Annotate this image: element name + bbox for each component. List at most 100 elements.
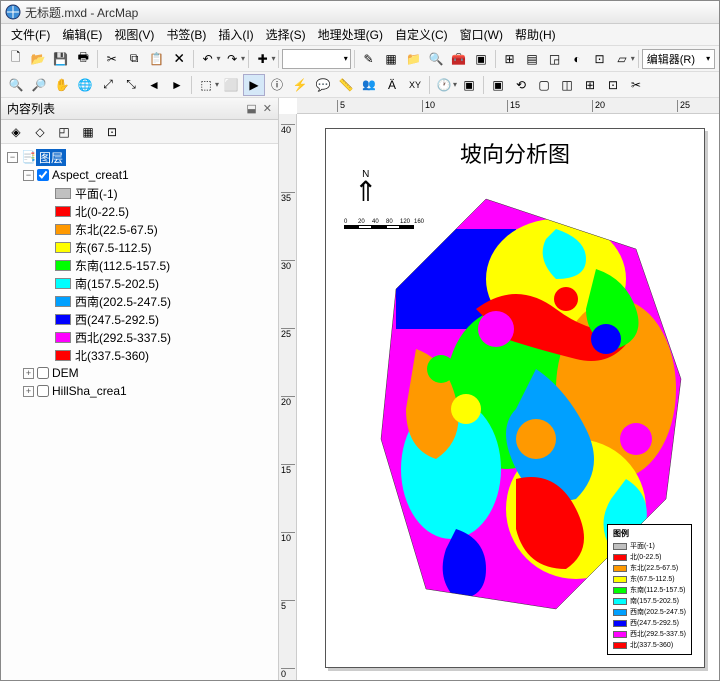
layers-root[interactable]: 图层 xyxy=(36,149,66,166)
expand-icon[interactable]: + xyxy=(23,386,34,397)
scale-combo[interactable]: ▾ xyxy=(282,49,350,69)
search-button[interactable]: 🔍 xyxy=(425,48,447,70)
python-button[interactable]: ▣ xyxy=(470,48,492,70)
legend-label: 东北(22.5-67.5) xyxy=(75,221,158,238)
save-button[interactable]: 💾 xyxy=(50,48,72,70)
redo-button[interactable]: ↷ xyxy=(221,48,243,70)
menu-item[interactable]: 插入(I) xyxy=(212,24,259,45)
legend-swatch xyxy=(55,242,71,253)
zoom-out-button[interactable]: 🔎 xyxy=(28,74,50,96)
reshape-button[interactable]: ▢ xyxy=(533,74,555,96)
legend-swatch xyxy=(55,188,71,199)
find-route-button[interactable]: Ä xyxy=(381,74,403,96)
print-button[interactable]: 🖶 xyxy=(73,48,95,70)
find-button[interactable]: 👥 xyxy=(358,74,380,96)
map-legend[interactable]: 图例平面(-1)北(0-22.5)东北(22.5-67.5)东(67.5-112… xyxy=(607,524,692,655)
copy-button[interactable]: ⧉ xyxy=(123,48,145,70)
time-slider-button[interactable]: ◲ xyxy=(544,48,566,70)
select-features-button[interactable]: ⬚ xyxy=(195,74,217,96)
fixed-zoom-out-button[interactable]: ⤡ xyxy=(120,74,142,96)
select-elements-button[interactable]: ▶ xyxy=(243,74,265,96)
paste-button[interactable]: 📋 xyxy=(146,48,168,70)
layer-aspect[interactable]: Aspect_creat1 xyxy=(52,168,129,182)
map-layout-view[interactable]: 510152025 4035302520151050 坡向分析图 N ⇑ 020… xyxy=(279,98,719,680)
merge-button[interactable]: ⊞ xyxy=(579,74,601,96)
legend-label: 平面(-1) xyxy=(75,185,118,202)
symbol-button[interactable]: ◐ xyxy=(566,48,588,70)
layer-checkbox[interactable] xyxy=(37,385,49,397)
menu-item[interactable]: 地理处理(G) xyxy=(312,24,389,45)
layer-dem[interactable]: DEM xyxy=(52,366,79,380)
toc-header: 内容列表 ⬓ ✕ xyxy=(1,98,278,120)
cut-button[interactable]: ✂ xyxy=(101,48,123,70)
zoom-in-button[interactable]: 🔍 xyxy=(5,74,27,96)
goto-xy-button[interactable]: XY xyxy=(404,74,426,96)
layout-button[interactable]: ▱ xyxy=(611,48,633,70)
legend-label: 北(337.5-360) xyxy=(75,347,149,364)
menu-item[interactable]: 视图(V) xyxy=(108,24,160,45)
options-button[interactable]: ⊡ xyxy=(101,121,123,143)
layer-hillshade[interactable]: HillSha_crea1 xyxy=(52,384,127,398)
app-icon xyxy=(5,4,21,20)
list-by-source-button[interactable]: ◇ xyxy=(29,121,51,143)
list-by-drawing-button[interactable]: ◈ xyxy=(5,121,27,143)
edit-tool-button[interactable]: ▣ xyxy=(487,74,509,96)
viewer-button[interactable]: ▣ xyxy=(458,74,480,96)
catalog-button[interactable]: 📁 xyxy=(403,48,425,70)
menu-item[interactable]: 书签(B) xyxy=(160,24,212,45)
menu-item[interactable]: 选择(S) xyxy=(260,24,312,45)
collapse-icon[interactable]: − xyxy=(23,170,34,181)
identify-button[interactable]: ⓘ xyxy=(266,74,288,96)
open-button[interactable]: 📂 xyxy=(28,48,50,70)
editor-toolbar-button[interactable]: ✎ xyxy=(358,48,380,70)
model-builder-button[interactable]: ⊞ xyxy=(499,48,521,70)
layer-checkbox[interactable] xyxy=(37,367,49,379)
table-button[interactable]: ▦ xyxy=(380,48,402,70)
undo-button[interactable]: ↶ xyxy=(197,48,219,70)
forward-button[interactable]: ► xyxy=(166,74,188,96)
expand-icon[interactable]: + xyxy=(23,368,34,379)
window-title: 无标题.mxd - ArcMap xyxy=(25,4,138,21)
list-by-visibility-button[interactable]: ◰ xyxy=(53,121,75,143)
legend-label: 东南(112.5-157.5) xyxy=(75,257,170,274)
time-button[interactable]: 🕐 xyxy=(433,74,455,96)
collapse-icon[interactable]: − xyxy=(7,152,18,163)
tools-toolbar: 🔍 🔎 ✋ 🌐 ⤢ ⤡ ◄ ► ⬚▾ ⬜ ▶ ⓘ ⚡ 💬 📏 👥 Ä XY 🕐▾… xyxy=(1,72,719,98)
back-button[interactable]: ◄ xyxy=(143,74,165,96)
full-extent-button[interactable]: 🌐 xyxy=(74,74,96,96)
union-button[interactable]: ⊡ xyxy=(602,74,624,96)
new-doc-button[interactable]: 🗋 xyxy=(5,48,27,70)
horizontal-ruler: 510152025 xyxy=(297,98,719,114)
toc-pin-button[interactable]: ⬓ xyxy=(246,102,256,115)
menu-item[interactable]: 窗口(W) xyxy=(454,24,509,45)
legend-label: 南(157.5-202.5) xyxy=(75,275,159,292)
layout-page[interactable]: 坡向分析图 N ⇑ 0204080120160 xyxy=(325,128,705,668)
rotate-button[interactable]: ⟲ xyxy=(510,74,532,96)
fixed-zoom-in-button[interactable]: ⤢ xyxy=(97,74,119,96)
menu-item[interactable]: 编辑(E) xyxy=(56,24,108,45)
hyperlink-button[interactable]: ⚡ xyxy=(289,74,311,96)
legend-label: 北(0-22.5) xyxy=(75,203,129,220)
editor-dropdown[interactable]: 编辑器(R)▾ xyxy=(642,49,715,69)
pan-button[interactable]: ✋ xyxy=(51,74,73,96)
toc-close-button[interactable]: ✕ xyxy=(263,102,272,115)
measure-button[interactable]: 📏 xyxy=(335,74,357,96)
standard-toolbar: 🗋 📂 💾 🖶 ✂ ⧉ 📋 🗙 ↶▾ ↷▾ ✚▾ ▾ ✎ ▦ 📁 🔍 🧰 ▣ ⊞… xyxy=(1,46,719,72)
menu-item[interactable]: 文件(F) xyxy=(5,24,56,45)
labels-button[interactable]: ⊡ xyxy=(589,48,611,70)
legend-swatch xyxy=(55,224,71,235)
clear-selection-button[interactable]: ⬜ xyxy=(220,74,242,96)
menu-item[interactable]: 帮助(H) xyxy=(509,24,562,45)
list-by-selection-button[interactable]: ▦ xyxy=(77,121,99,143)
results-button[interactable]: ▤ xyxy=(521,48,543,70)
delete-button[interactable]: 🗙 xyxy=(168,48,190,70)
add-data-button[interactable]: ✚ xyxy=(252,48,274,70)
html-popup-button[interactable]: 💬 xyxy=(312,74,334,96)
arctoolbox-button[interactable]: 🧰 xyxy=(448,48,470,70)
menu-item[interactable]: 自定义(C) xyxy=(389,24,454,45)
map-title[interactable]: 坡向分析图 xyxy=(326,137,704,169)
clip-button[interactable]: ✂ xyxy=(625,74,647,96)
split-button[interactable]: ◫ xyxy=(556,74,578,96)
toc-view-buttons: ◈ ◇ ◰ ▦ ⊡ xyxy=(1,120,278,144)
layer-checkbox[interactable] xyxy=(37,169,49,181)
